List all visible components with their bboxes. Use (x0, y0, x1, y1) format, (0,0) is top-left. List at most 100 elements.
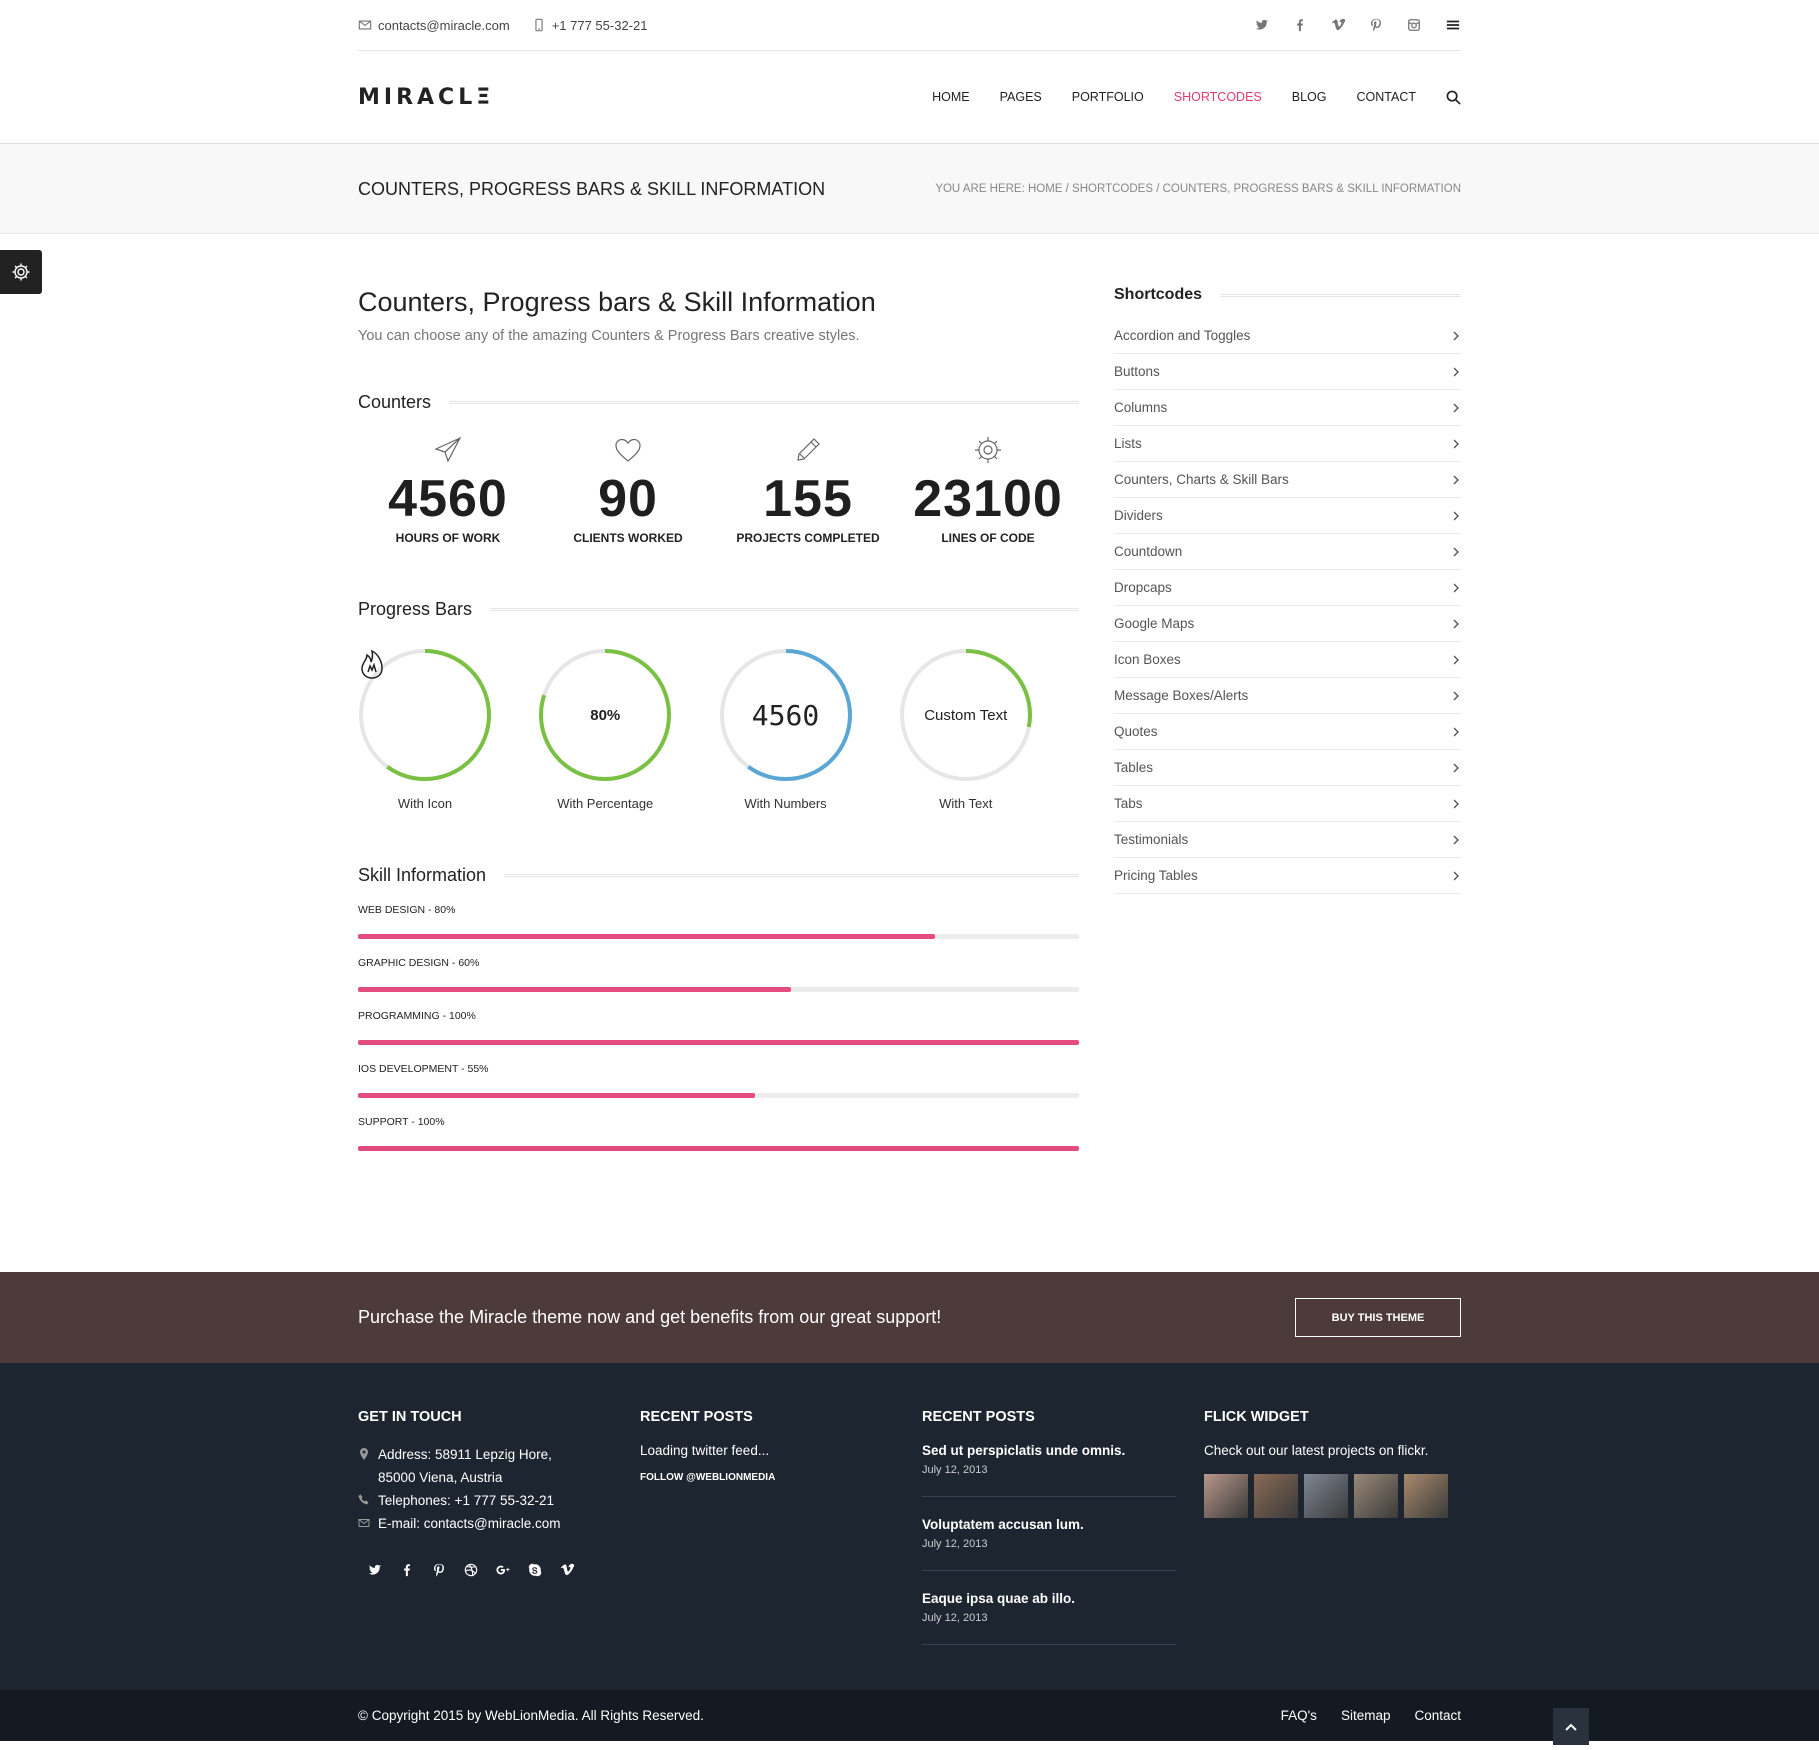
address-line-2: 85000 Viena, Austria (378, 1470, 503, 1485)
flickr-thumbnail[interactable] (1304, 1474, 1348, 1518)
vimeo-icon[interactable] (560, 1563, 574, 1577)
sidebar-item[interactable]: Quotes (1114, 714, 1461, 750)
skill-track (358, 987, 1079, 993)
sidebar-item-label: Message Boxes/Alerts (1114, 688, 1249, 703)
topbar-email[interactable]: contacts@miracle.com (358, 18, 510, 33)
sidebar-item[interactable]: Counters, Charts & Skill Bars (1114, 462, 1461, 498)
vimeo-icon[interactable] (1331, 18, 1345, 32)
skill-item: SUPPORT - 100% (358, 1116, 1079, 1152)
sidebar-item-label: Buttons (1114, 364, 1160, 379)
search-icon[interactable] (1446, 90, 1461, 105)
sitemap-link[interactable]: Sitemap (1341, 1708, 1391, 1723)
twitter-icon[interactable] (368, 1563, 382, 1577)
sidebar-item[interactable]: Message Boxes/Alerts (1114, 678, 1461, 714)
phone-icon (358, 1494, 369, 1505)
sidebar-item[interactable]: Icon Boxes (1114, 642, 1461, 678)
sidebar-item[interactable]: Pricing Tables (1114, 858, 1461, 894)
chevron-right-icon (1453, 835, 1459, 844)
flickr-thumbnail[interactable] (1204, 1474, 1248, 1518)
post-title[interactable]: Sed ut perspiclatis unde omnis. (922, 1443, 1176, 1458)
sidebar-item[interactable]: Columns (1114, 390, 1461, 426)
sidebar: Shortcodes Accordion and Toggles Buttons C… (1114, 286, 1461, 1272)
top-bar: contacts@miracle.com +1 777 55-32-21 (0, 0, 1819, 51)
page-title: COUNTERS, PROGRESS BARS & SKILL INFORMAT… (358, 178, 826, 199)
flickr-thumbnails (1204, 1474, 1461, 1518)
nav-portfolio[interactable]: PORTFOLIO (1072, 90, 1144, 104)
circle-label: With Numbers (744, 796, 827, 812)
progress-title: Progress Bars (358, 599, 473, 620)
style-switcher-button[interactable] (0, 250, 42, 294)
site-header: MIRACLΞ HOME PAGES PORTFOLIO SHORTCODES … (0, 51, 1819, 144)
flickr-text: Check out our latest projects on flickr. (1204, 1443, 1429, 1458)
contact-link[interactable]: Contact (1414, 1708, 1461, 1723)
recent-post[interactable]: Sed ut perspiclatis unde omnis. July 12,… (922, 1443, 1176, 1497)
instagram-icon[interactable] (1407, 18, 1421, 32)
sidebar-item[interactable]: Buttons (1114, 354, 1461, 390)
nav-pages[interactable]: PAGES (1000, 90, 1042, 104)
counter-label: LINES OF CODE (941, 531, 1035, 546)
twitter-loading-text: Loading twitter feed... (640, 1443, 770, 1458)
sidebar-item[interactable]: Accordion and Toggles (1114, 318, 1461, 354)
follow-link[interactable]: FOLLOW @WEBLIONMEDIA (640, 1472, 922, 1483)
circle-label: With Text (939, 796, 993, 812)
counters: 4560 HOURS OF WORK 90 CLIENTS WORKED 155… (358, 435, 1079, 545)
facebook-icon[interactable] (400, 1563, 414, 1577)
skill-label: GRAPHIC DESIGN - 60% (358, 957, 480, 970)
google-plus-icon[interactable] (496, 1563, 510, 1577)
skill-fill (358, 987, 791, 993)
skills-title: Skill Information (358, 865, 487, 886)
menu-icon[interactable] (1445, 18, 1461, 32)
dribbble-icon[interactable] (464, 1563, 478, 1577)
back-to-top-button[interactable] (1553, 1708, 1589, 1745)
pinterest-icon[interactable] (432, 1563, 446, 1577)
counter-label: CLIENTS WORKED (573, 531, 683, 546)
sidebar-item[interactable]: Dividers (1114, 498, 1461, 534)
gear-icon (12, 263, 30, 281)
recent-post[interactable]: Eaque ipsa quae ab illo. July 12, 2013 (922, 1591, 1176, 1645)
flickr-thumbnail[interactable] (1254, 1474, 1298, 1518)
sidebar-item[interactable]: Tables (1114, 750, 1461, 786)
flickr-thumbnail[interactable] (1354, 1474, 1398, 1518)
nav-home[interactable]: HOME (932, 90, 970, 104)
sidebar-item[interactable]: Countdown (1114, 534, 1461, 570)
chevron-right-icon (1453, 763, 1459, 772)
facebook-icon[interactable] (1293, 18, 1307, 32)
chevron-right-icon (1453, 799, 1459, 808)
footer-twitter: RECENT POSTS Loading twitter feed... FOL… (640, 1409, 922, 1665)
sidebar-item[interactable]: Testimonials (1114, 822, 1461, 858)
buy-theme-button[interactable]: BUY THIS THEME (1295, 1298, 1461, 1337)
nav-blog[interactable]: BLOG (1292, 90, 1327, 104)
purchase-text: Purchase the Miracle theme now and get b… (358, 1307, 942, 1327)
breadcrumb[interactable]: YOU ARE HERE: HOME / SHORTCODES / COUNTE… (935, 183, 1461, 195)
footer-heading: RECENT POSTS (922, 1409, 1035, 1425)
chevron-right-icon (1453, 691, 1459, 700)
sidebar-title: Shortcodes (1114, 286, 1203, 303)
circle-chart: Custom Text (899, 648, 1033, 782)
recent-post[interactable]: Voluptatem accusan lum. July 12, 2013 (922, 1517, 1176, 1571)
twitter-icon[interactable] (1255, 18, 1269, 32)
circle-center (358, 648, 492, 782)
sidebar-item[interactable]: Tabs (1114, 786, 1461, 822)
post-title[interactable]: Eaque ipsa quae ab illo. (922, 1591, 1176, 1606)
fire-icon (361, 650, 383, 680)
sidebar-item[interactable]: Google Maps (1114, 606, 1461, 642)
footer-email-text[interactable]: E-mail: contacts@miracle.com (378, 1512, 561, 1535)
skype-icon[interactable] (528, 1563, 542, 1577)
sidebar-item[interactable]: Dropcaps (1114, 570, 1461, 606)
nav-shortcodes[interactable]: SHORTCODES (1174, 90, 1262, 104)
pencil-icon (797, 438, 820, 462)
flickr-thumbnail[interactable] (1404, 1474, 1448, 1518)
sidebar-item-label: Dividers (1114, 508, 1163, 523)
sidebar-item[interactable]: Lists (1114, 426, 1461, 462)
circle-progress: 4560 With Numbers (719, 648, 899, 811)
faq-link[interactable]: FAQ's (1281, 1708, 1317, 1723)
pinterest-icon[interactable] (1369, 18, 1383, 32)
nav-contact[interactable]: CONTACT (1357, 90, 1417, 104)
circle-label: With Icon (397, 796, 453, 812)
post-title[interactable]: Voluptatem accusan lum. (922, 1517, 1176, 1532)
topbar-email-text: contacts@miracle.com (378, 17, 510, 33)
page-title-bar: COUNTERS, PROGRESS BARS & SKILL INFORMAT… (0, 144, 1819, 234)
logo[interactable]: MIRACLΞ (358, 85, 494, 110)
footer-social (358, 1563, 640, 1577)
counter-value: 90 (598, 470, 658, 529)
